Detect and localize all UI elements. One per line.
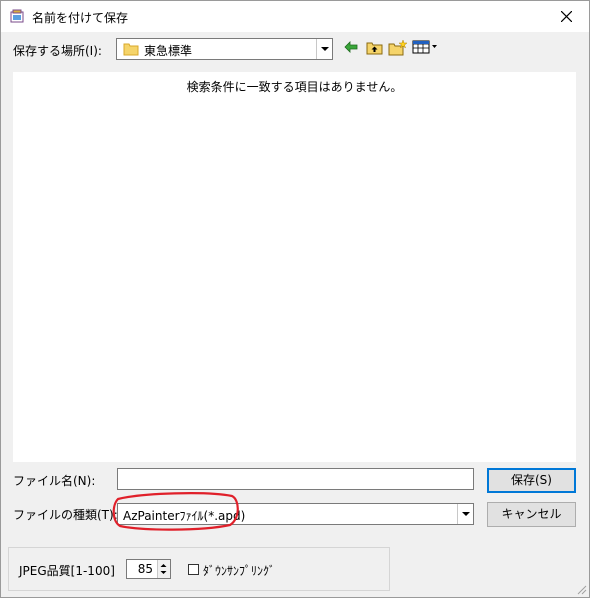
jpeg-quality-label: JPEG品質[1-100] [19, 564, 115, 578]
cancel-button[interactable]: キャンセル [487, 502, 576, 527]
up-folder-button[interactable] [364, 38, 384, 56]
resize-grip-icon[interactable] [575, 583, 587, 595]
filetype-dropdown-button[interactable] [457, 504, 473, 524]
options-group: JPEG品質[1-100] 85 ﾀﾞｳﾝｻﾝﾌﾟﾘﾝｸﾞ [8, 547, 390, 591]
back-button[interactable] [342, 38, 360, 56]
title-bar: 名前を付けて保存 [1, 1, 589, 32]
up-folder-icon [366, 42, 382, 54]
location-label: 保存する場所(I): [13, 44, 102, 58]
new-folder-button[interactable] [387, 38, 409, 56]
folder-icon [123, 43, 139, 56]
save-as-dialog: 名前を付けて保存 保存する場所(I): 東急標準 検索条件に一致する項目はありま… [0, 0, 590, 598]
location-dropdown-button[interactable] [316, 39, 332, 59]
close-button[interactable] [543, 1, 589, 32]
jpeg-quality-spinner[interactable]: 85 [126, 559, 171, 579]
save-button[interactable]: 保存(S) [487, 468, 576, 493]
view-menu-icon [412, 40, 437, 54]
window-title: 名前を付けて保存 [32, 11, 129, 25]
filename-label: ファイル名(N): [13, 474, 96, 488]
new-folder-icon [388, 38, 408, 55]
file-list[interactable]: 検索条件に一致する項目はありません。 [13, 72, 576, 462]
spin-arrows-icon [160, 564, 167, 574]
app-icon [10, 9, 24, 23]
view-menu-button[interactable] [411, 38, 439, 56]
back-arrow-icon [344, 41, 358, 53]
spin-buttons[interactable] [157, 560, 170, 578]
annotation-circle [112, 492, 239, 531]
close-icon [560, 11, 572, 22]
filetype-label: ファイルの種類(T): [13, 508, 118, 522]
downsampling-label: ﾀﾞｳﾝｻﾝﾌﾟﾘﾝｸﾞ [203, 564, 276, 578]
location-value: 東急標準 [144, 44, 193, 58]
filename-input[interactable] [117, 468, 474, 490]
jpeg-quality-value: 85 [137, 562, 153, 576]
downsampling-checkbox[interactable] [188, 564, 199, 575]
chevron-down-icon [320, 47, 329, 51]
chevron-down-icon [461, 512, 470, 516]
location-combo[interactable]: 東急標準 [116, 38, 333, 60]
empty-message: 検索条件に一致する項目はありません。 [186, 80, 403, 94]
